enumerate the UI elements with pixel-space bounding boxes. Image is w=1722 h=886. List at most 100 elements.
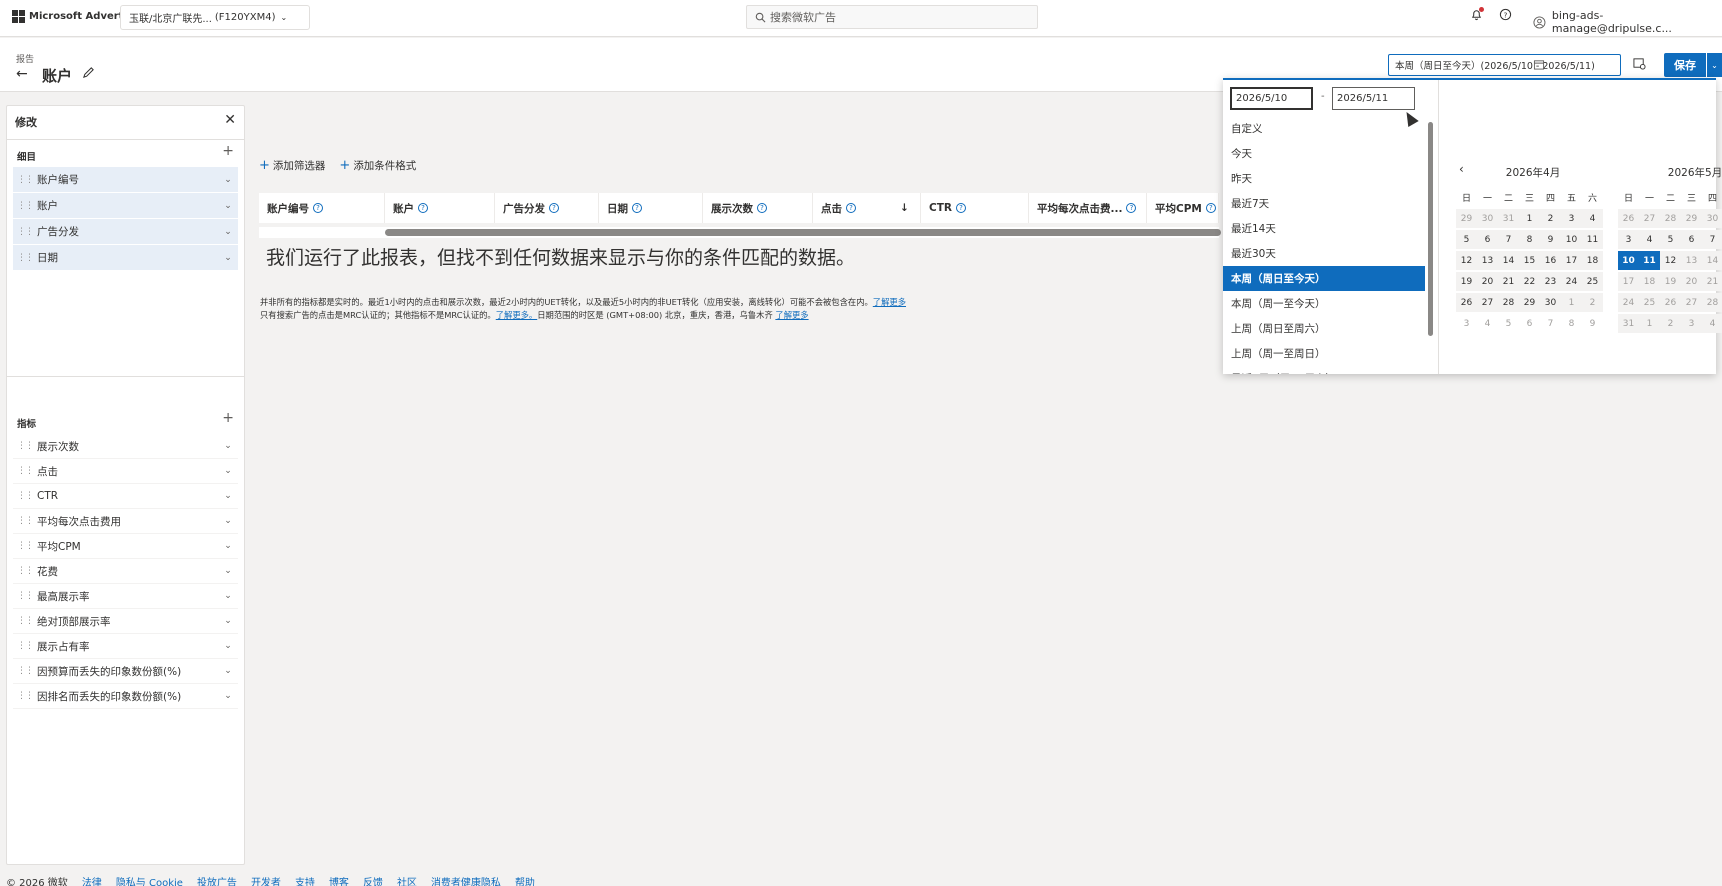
calendar-day[interactable]: 30 bbox=[1540, 293, 1561, 312]
calendar-day[interactable]: 31 bbox=[1498, 209, 1519, 228]
preset-option[interactable]: 最近7天 bbox=[1223, 191, 1425, 216]
calendar-day[interactable]: 17 bbox=[1561, 251, 1582, 270]
metric-row[interactable]: ⋮⋮ 点击 ⌄ bbox=[13, 459, 238, 484]
calendar-day[interactable]: 22 bbox=[1519, 272, 1540, 291]
save-button[interactable]: 保存 bbox=[1664, 53, 1706, 77]
metric-row[interactable]: ⋮⋮ 因预算而丢失的印象数份额(%) ⌄ bbox=[13, 659, 238, 684]
preset-scrollbar[interactable] bbox=[1428, 122, 1433, 336]
column-header[interactable]: 账户编号? bbox=[259, 193, 385, 223]
calendar-day[interactable]: 4 bbox=[1477, 314, 1498, 333]
learn-more-link[interactable]: 了解更多 bbox=[775, 310, 808, 320]
preset-option[interactable]: 最近4周（周日-周六） bbox=[1223, 366, 1425, 374]
chevron-down-icon[interactable]: ⌄ bbox=[218, 253, 238, 263]
help-icon[interactable]: ? bbox=[757, 203, 767, 213]
footer-link[interactable]: 反馈 bbox=[363, 874, 383, 886]
calendar-day[interactable]: 27 bbox=[1639, 209, 1660, 228]
metric-row[interactable]: ⋮⋮ 平均CPM ⌄ bbox=[13, 534, 238, 559]
add-metric-icon[interactable]: + bbox=[222, 410, 234, 426]
calendar-day[interactable]: 3 bbox=[1618, 230, 1639, 249]
calendar-day[interactable]: 6 bbox=[1477, 230, 1498, 249]
calendar-day[interactable]: 1 bbox=[1561, 293, 1582, 312]
help-icon[interactable]: ? bbox=[955, 203, 966, 213]
footer-link[interactable]: 法律 bbox=[82, 874, 102, 886]
drag-handle-icon[interactable]: ⋮⋮ bbox=[13, 175, 37, 185]
calendar-day[interactable]: 28 bbox=[1702, 293, 1722, 312]
calendar-day[interactable]: 14 bbox=[1702, 251, 1722, 270]
calendar-day[interactable]: 25 bbox=[1639, 293, 1660, 312]
preset-option[interactable]: 自定义 bbox=[1223, 116, 1425, 141]
preset-option[interactable]: 今天 bbox=[1223, 141, 1425, 166]
drag-handle-icon[interactable]: ⋮⋮ bbox=[13, 227, 37, 237]
column-header[interactable]: CTR? bbox=[921, 193, 1029, 223]
account-switcher[interactable]: 玉联/北京广联先... (F120YXM4) ⌄ bbox=[120, 5, 310, 30]
footer-link[interactable]: 社区 bbox=[397, 874, 417, 886]
chevron-down-icon[interactable]: ⌄ bbox=[218, 441, 238, 451]
chevron-down-icon[interactable]: ⌄ bbox=[218, 175, 238, 185]
calendar-day[interactable]: 1 bbox=[1639, 314, 1660, 333]
metric-row[interactable]: ⋮⋮ 平均每次点击费用 ⌄ bbox=[13, 509, 238, 534]
drag-handle-icon[interactable]: ⋮⋮ bbox=[13, 253, 37, 263]
metric-row[interactable]: ⋮⋮ 最高展示率 ⌄ bbox=[13, 584, 238, 609]
help-icon[interactable]: ? bbox=[418, 203, 428, 213]
search-box[interactable]: 搜索微软广告 bbox=[746, 5, 1038, 29]
breadcrumb[interactable]: 报告 bbox=[16, 52, 34, 65]
chevron-down-icon[interactable]: ⌄ bbox=[218, 541, 238, 551]
calendar-day[interactable]: 8 bbox=[1519, 230, 1540, 249]
footer-link[interactable]: 消费者健康隐私 bbox=[431, 874, 501, 886]
calendar-day[interactable]: 25 bbox=[1582, 272, 1603, 291]
calendar-day[interactable]: 10 bbox=[1618, 251, 1639, 270]
help-icon[interactable]: ? bbox=[1205, 203, 1216, 213]
dimension-row[interactable]: ⋮⋮ 日期 ⌄ bbox=[13, 245, 238, 270]
drag-handle-icon[interactable]: ⋮⋮ bbox=[13, 491, 37, 501]
drag-handle-icon[interactable]: ⋮⋮ bbox=[13, 201, 37, 211]
column-header[interactable]: 广告分发? bbox=[495, 193, 599, 223]
calendar-day[interactable]: 2 bbox=[1582, 293, 1603, 312]
preset-option[interactable]: 上周（周日至周六） bbox=[1223, 316, 1425, 341]
calendar-day[interactable]: 29 bbox=[1681, 209, 1702, 228]
help-icon[interactable]: ? bbox=[846, 203, 856, 213]
calendar-day[interactable]: 6 bbox=[1681, 230, 1702, 249]
metric-row[interactable]: ⋮⋮ CTR ⌄ bbox=[13, 484, 238, 509]
calendar-day[interactable]: 20 bbox=[1681, 272, 1702, 291]
metric-row[interactable]: ⋮⋮ 绝对顶部展示率 ⌄ bbox=[13, 609, 238, 634]
metric-row[interactable]: ⋮⋮ 因排名而丢失的印象数份额(%) ⌄ bbox=[13, 684, 238, 709]
footer-link[interactable]: 支持 bbox=[295, 874, 315, 886]
column-header[interactable]: 账户? bbox=[385, 193, 495, 223]
calendar-day[interactable]: 26 bbox=[1618, 209, 1639, 228]
calendar-day[interactable]: 13 bbox=[1681, 251, 1702, 270]
drag-handle-icon[interactable]: ⋮⋮ bbox=[13, 591, 37, 601]
calendar-day[interactable]: 4 bbox=[1702, 314, 1722, 333]
calendar-day[interactable]: 4 bbox=[1639, 230, 1660, 249]
drag-handle-icon[interactable]: ⋮⋮ bbox=[13, 666, 37, 676]
edit-pencil-icon[interactable] bbox=[82, 66, 95, 82]
close-icon[interactable]: ✕ bbox=[224, 112, 236, 128]
column-header[interactable]: 平均每次点击费...? bbox=[1029, 193, 1147, 223]
column-header[interactable]: 展示次数? bbox=[703, 193, 813, 223]
calendar-day[interactable]: 10 bbox=[1561, 230, 1582, 249]
calendar-day[interactable]: 2 bbox=[1660, 314, 1681, 333]
calendar-day[interactable]: 19 bbox=[1660, 272, 1681, 291]
notifications-bell-icon[interactable] bbox=[1470, 7, 1484, 24]
footer-link[interactable]: 开发者 bbox=[251, 874, 281, 886]
chevron-down-icon[interactable]: ⌄ bbox=[218, 591, 238, 601]
calendar-day[interactable]: 29 bbox=[1519, 293, 1540, 312]
add-dimension-icon[interactable]: + bbox=[222, 143, 234, 159]
dimension-row[interactable]: ⋮⋮ 账户 ⌄ bbox=[13, 193, 238, 218]
calendar-day[interactable]: 28 bbox=[1660, 209, 1681, 228]
footer-link[interactable]: 隐私与 Cookie bbox=[116, 874, 183, 886]
column-header[interactable]: 点击? ↓ bbox=[813, 193, 921, 223]
calendar-day[interactable]: 19 bbox=[1456, 272, 1477, 291]
footer-link[interactable]: 帮助 bbox=[515, 874, 535, 886]
calendar-day[interactable]: 2 bbox=[1540, 209, 1561, 228]
drag-handle-icon[interactable]: ⋮⋮ bbox=[13, 566, 37, 576]
calendar-day[interactable]: 28 bbox=[1498, 293, 1519, 312]
calendar-day[interactable]: 26 bbox=[1456, 293, 1477, 312]
calendar-day[interactable]: 30 bbox=[1477, 209, 1498, 228]
add-filter-button[interactable]: + 添加筛选器 bbox=[259, 158, 325, 173]
calendar-day[interactable]: 12 bbox=[1456, 251, 1477, 270]
preset-option[interactable]: 昨天 bbox=[1223, 166, 1425, 191]
calendar-day[interactable]: 26 bbox=[1660, 293, 1681, 312]
calendar-day[interactable]: 7 bbox=[1498, 230, 1519, 249]
column-header[interactable]: 日期? bbox=[599, 193, 703, 223]
calendar-day[interactable]: 18 bbox=[1582, 251, 1603, 270]
